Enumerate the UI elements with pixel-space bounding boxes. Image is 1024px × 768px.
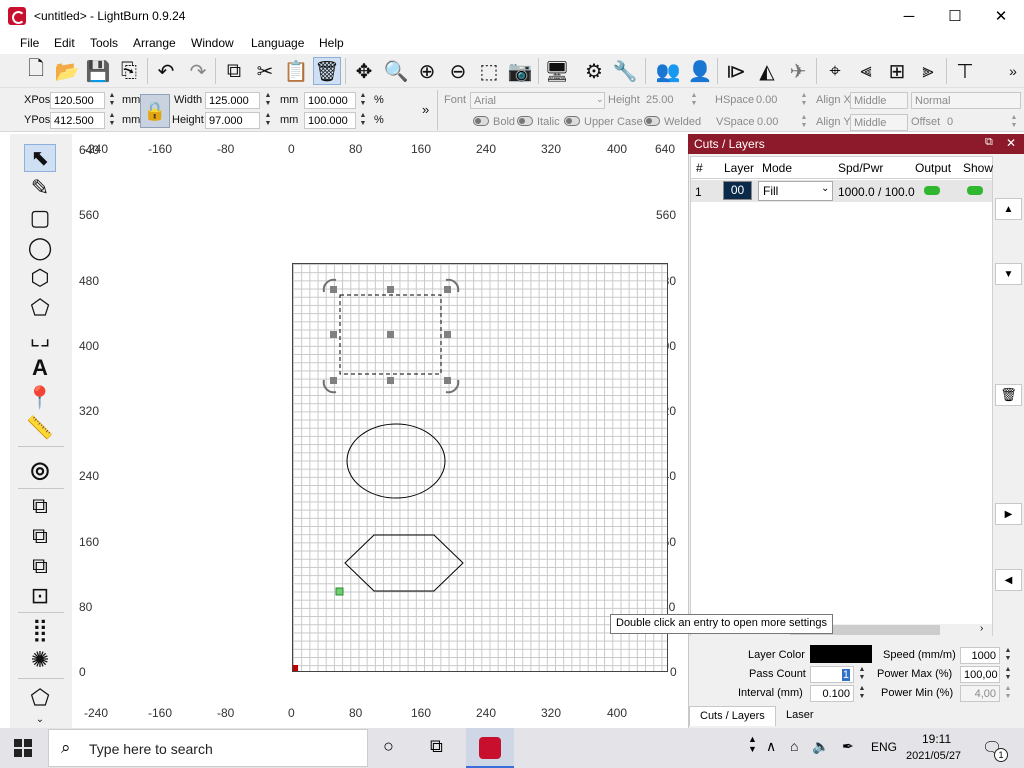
selection-handle [330,377,337,384]
power-max-label: Power Max (%) [877,668,953,680]
search-placeholder: Type here to search [89,741,213,757]
notification-count: 1 [994,748,1008,762]
col-output: Output [915,161,952,175]
hexagon-shape[interactable] [344,534,464,592]
layer-color-label: Layer Color [748,649,805,661]
ellipse-shape[interactable] [346,423,446,499]
delete-layer-icon[interactable]: 🗑 [995,384,1022,406]
speed-spinner[interactable]: ▲ ▼ [1002,647,1014,664]
tooltip: Double click an entry to open more setti… [610,614,833,634]
search-icon: ⌕ [61,738,71,757]
output-toggle[interactable] [924,186,940,195]
clock-time[interactable]: 19:11 [922,732,951,746]
pen-icon[interactable]: ✒ [842,738,854,755]
language-indicator[interactable]: ENG [871,740,897,754]
spd-pwr-value: 1000.0 / 100.0 [838,185,915,199]
taskbar-lightburn-app[interactable] [466,728,514,768]
interval-label: Interval (mm) [738,687,803,699]
move-layer-up-icon[interactable]: ▲ [995,198,1022,220]
col-show: Show [963,161,994,175]
laser-position-marker [335,587,344,596]
collapse-left-icon[interactable]: ◀ [995,569,1022,591]
taskbar-search-box[interactable]: ⌕ Type here to search [48,729,368,767]
selection-handle [387,331,394,338]
col-spd-pwr: Spd/Pwr [838,161,884,175]
speed-label: Speed (mm/m) [883,649,956,661]
layer-color-picker[interactable] [810,645,872,663]
mode-dropdown-icon: ⌄ [821,183,830,194]
power-max-spinner[interactable]: ▲ ▼ [1002,666,1014,683]
taskbar-scroll-icon[interactable]: ▲ ▼ [748,734,757,754]
task-view-icon[interactable]: ⧉ [430,736,443,757]
selection-handle [387,377,394,384]
selection-handle [387,286,394,293]
power-min-spinner[interactable]: ▲ ▼ [1002,685,1014,702]
expand-right-icon[interactable]: ▶ [995,503,1022,525]
pass-count-input[interactable]: 1 [810,666,854,683]
move-layer-down-icon[interactable]: ▼ [995,263,1022,285]
windows-start-icon[interactable] [14,739,32,757]
col-mode: Mode [762,161,793,175]
col-number: # [696,161,703,175]
tab-cuts-layers[interactable]: Cuts / Layers [689,706,776,726]
selection-handle [330,286,337,293]
volume-icon[interactable]: 🔈 [812,738,829,755]
panel-close-icon[interactable]: ✕ [1006,136,1016,150]
selection-handle [444,331,451,338]
selection-handle [330,331,337,338]
selection-handle [444,377,451,384]
cortana-icon[interactable]: ○ [383,736,394,757]
power-max-input[interactable]: 100,00 [960,666,1000,683]
interval-input[interactable]: 0.100 [810,685,854,702]
power-min-label: Power Min (%) [881,687,954,699]
pass-count-value: 1 [841,669,850,681]
speed-input[interactable]: 1000 [960,647,1000,664]
interval-spinner[interactable]: ▲ ▼ [856,685,868,702]
power-min-input[interactable]: 4,00 [960,685,1000,702]
scroll-right-icon[interactable]: › [980,623,983,634]
row-number: 1 [695,185,702,199]
clock-date[interactable]: 2021/05/27 [906,750,961,762]
col-layer: Layer [724,161,755,175]
selection-handle [444,286,451,293]
cuts-layers-header: Cuts / Layers ⧉ ✕ [688,134,1024,154]
layers-table [690,156,993,636]
tab-laser[interactable]: Laser [776,706,824,726]
layer-color-swatch[interactable]: 00 [723,181,752,200]
panel-title: Cuts / Layers [694,137,765,151]
show-toggle[interactable] [967,186,983,195]
lightburn-taskbar-icon [479,737,501,759]
pass-count-spinner[interactable]: ▲ ▼ [856,666,868,683]
pass-count-label: Pass Count [749,668,806,680]
origin-marker [293,665,298,671]
panel-float-icon[interactable]: ⧉ [985,136,993,149]
tray-overflow-icon[interactable]: ∧ [766,738,776,755]
windows-taskbar: ⌕ Type here to search ○ ⧉ ▲ ▼ ∧ ⌂ 🔈 ✒ ENG… [0,728,1024,768]
network-icon[interactable]: ⌂ [790,738,798,754]
